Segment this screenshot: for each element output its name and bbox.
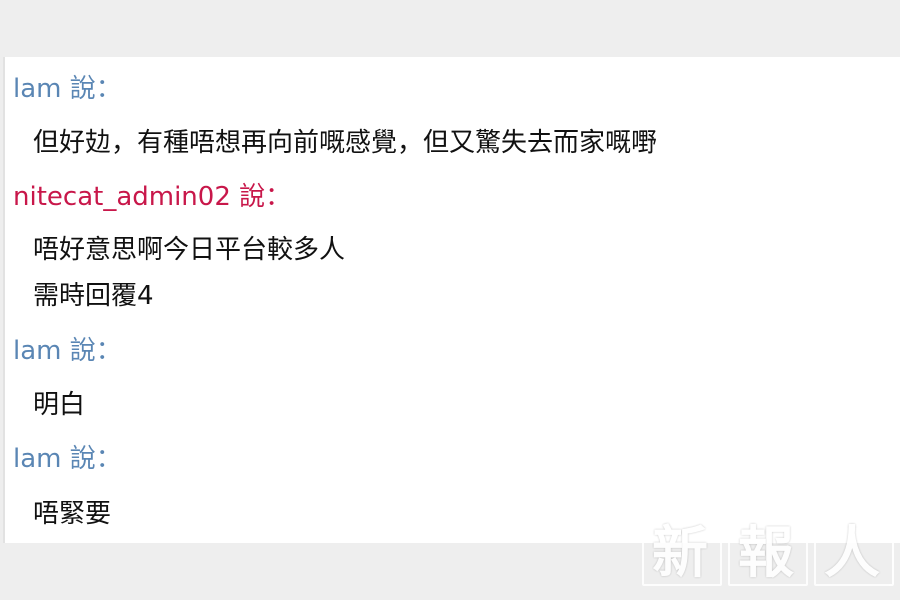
message-text: 需時回覆4 bbox=[33, 277, 154, 315]
watermark-char: 新 bbox=[652, 520, 708, 586]
message-line: 但好攰，有種唔想再向前嘅感覺，但又驚失去而家嘅嘢 bbox=[33, 128, 658, 158]
sender-name-nitecat-admin02: nitecat_admin02 說： bbox=[13, 182, 292, 212]
watermark-logo: 新 報 人 bbox=[640, 520, 894, 588]
watermark-char: 人 bbox=[824, 520, 880, 586]
message-text: 但好攰，有種唔想再向前嘅感覺，但又驚失去而家嘅嘢 bbox=[33, 124, 657, 162]
message-text: 明白 bbox=[33, 386, 85, 424]
message-text: 唔好意思啊今日平台較多人 bbox=[33, 231, 345, 269]
message-text: 唔緊要 bbox=[33, 495, 111, 533]
sender-name-lam: lam 說： bbox=[13, 74, 122, 104]
message-line: 需時回覆4 bbox=[33, 281, 154, 311]
chat-transcript: lam 說： 但好攰，有種唔想再向前嘅感覺，但又驚失去而家嘅嘢 nitecat_… bbox=[3, 57, 900, 543]
message-line: 唔好意思啊今日平台較多人 bbox=[33, 235, 346, 265]
sender-name-lam: lam 說： bbox=[13, 336, 122, 366]
watermark-char: 報 bbox=[738, 520, 794, 586]
message-line: 明白 bbox=[33, 390, 86, 420]
sender-name-lam: lam 說： bbox=[13, 444, 122, 474]
message-line: 唔緊要 bbox=[33, 499, 112, 529]
